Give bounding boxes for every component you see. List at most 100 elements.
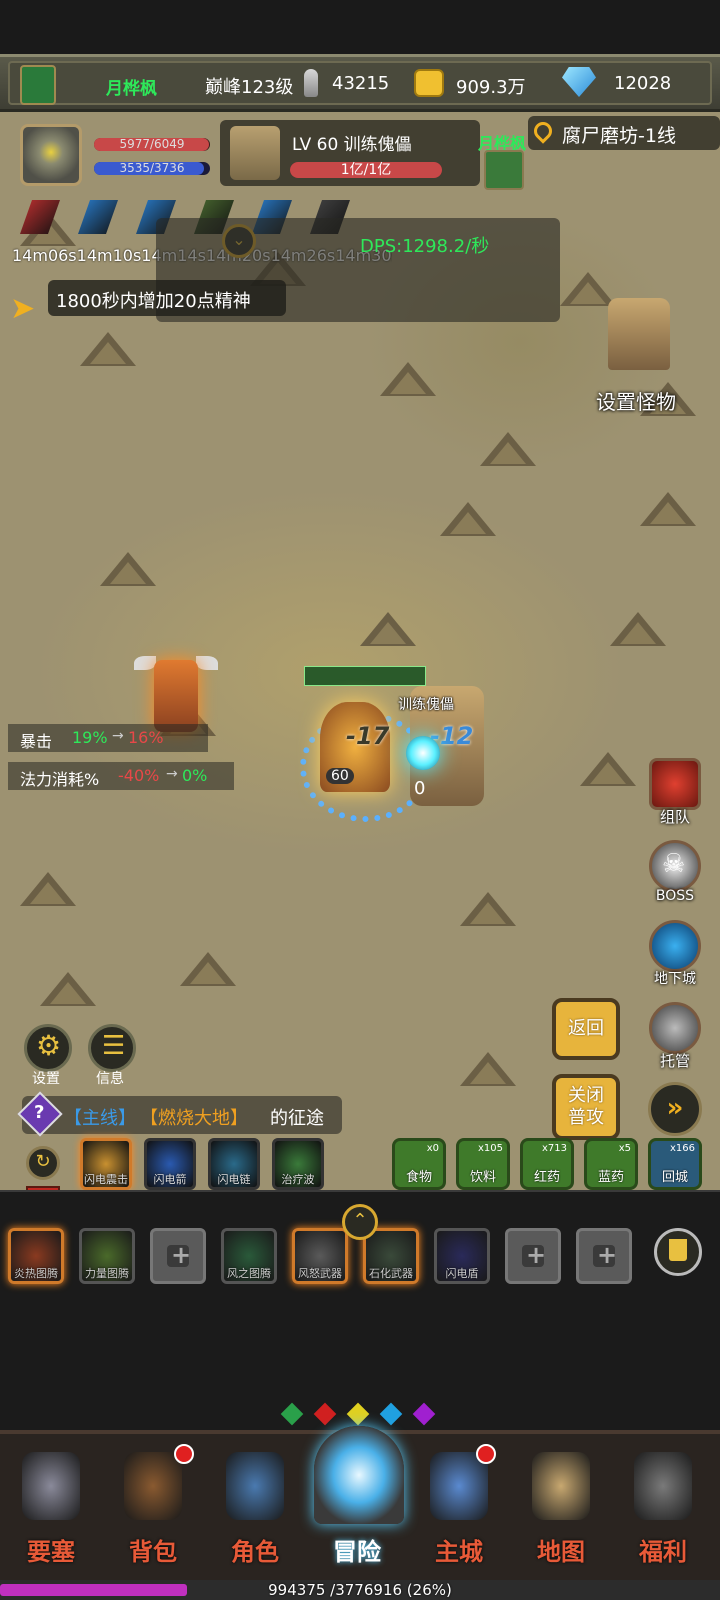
page-dot[interactable] <box>280 1402 304 1426</box>
crit-to: 16% <box>128 728 164 747</box>
battle-scene[interactable]: 训练傀儡 -17 -12 60 0 <box>290 660 500 840</box>
xp-text: 994375 /3776916 (26%) <box>268 1581 452 1599</box>
back-button[interactable]: 返回 <box>552 998 620 1060</box>
target-panel[interactable]: LV 60 训练傀儡 1亿/1亿 <box>220 120 480 186</box>
info-label: 信息 <box>96 1071 124 1087</box>
double-chevron-right-icon: » <box>666 1093 684 1123</box>
power-value: 43215 <box>332 73 390 94</box>
nav-item[interactable]: 福利 <box>618 1434 708 1574</box>
potion-label: 红药 <box>533 1170 560 1185</box>
potion-slot[interactable]: x0 食物 <box>392 1138 446 1190</box>
gear-label: 闪电盾 <box>445 1267 479 1280</box>
refresh-icon: ↻ <box>35 1151 51 1172</box>
nav-icon <box>124 1452 182 1520</box>
quest-bar[interactable]: ? 【主线】 【燃烧大地】 的征途 <box>17 1091 342 1137</box>
trash-icon <box>669 1239 687 1261</box>
bottom-nav: 要塞 背包 角色 冒险 主城 地图 福利 <box>0 1426 720 1584</box>
empty-gear-slot[interactable] <box>576 1228 632 1284</box>
empty-gear-slot[interactable] <box>150 1228 206 1284</box>
nav-item[interactable]: 主城 <box>414 1434 504 1574</box>
info-button[interactable]: ☰ 信息 <box>88 1024 140 1090</box>
close-attack-button[interactable]: 关闭 普攻 <box>552 1074 620 1140</box>
page-dot[interactable] <box>379 1402 403 1426</box>
potion-label: 回城 <box>661 1170 688 1185</box>
nav-icon <box>532 1452 590 1520</box>
gear-slot[interactable]: 风之图腾 <box>221 1228 277 1284</box>
player-avatar[interactable] <box>20 124 82 186</box>
potion-slot[interactable]: x166 回城 <box>648 1138 702 1190</box>
nav-item[interactable]: 冒险 <box>312 1426 404 1574</box>
potion-slot[interactable]: x105 饮料 <box>456 1138 510 1190</box>
skull-icon: ☠ <box>662 849 686 879</box>
expand-panel-button[interactable]: ⌃ <box>342 1204 378 1240</box>
arrow-icon: → <box>112 728 124 744</box>
buff-icon[interactable] <box>78 200 118 234</box>
nav-label: 地图 <box>537 1538 585 1566</box>
nav-item[interactable]: 背包 <box>108 1434 198 1574</box>
boss-button[interactable]: ☠ BOSS <box>640 840 710 910</box>
chevron-up-icon: ⌃ <box>352 1210 368 1231</box>
nav-label: 背包 <box>129 1538 177 1566</box>
peak-level: 巅峰123级 <box>205 77 294 98</box>
gear-slot[interactable]: 石化武器 <box>363 1228 419 1284</box>
nav-label: 要塞 <box>27 1538 75 1566</box>
crit-from: 19% <box>72 728 108 747</box>
page-dot[interactable] <box>313 1402 337 1426</box>
potion-count: x0 <box>426 1143 439 1154</box>
skill-label: 闪电震击 <box>84 1173 128 1186</box>
potion-count: x166 <box>669 1143 695 1154</box>
crit-label: 暴击 <box>20 732 53 751</box>
page-dot[interactable] <box>346 1402 370 1426</box>
player-mini-avatar[interactable] <box>20 65 56 105</box>
xp-bar: 994375 /3776916 (26%) <box>0 1580 720 1600</box>
nav-label: 角色 <box>231 1538 279 1566</box>
quest-highlight: 【燃烧大地】 <box>140 1108 248 1129</box>
trash-button[interactable] <box>654 1228 702 1276</box>
nav-icon <box>226 1452 284 1520</box>
zero-indicator: 0 <box>414 778 426 799</box>
potion-slot[interactable]: x5 蓝药 <box>584 1138 638 1190</box>
teammate-avatar[interactable] <box>484 150 524 190</box>
gold-icon[interactable] <box>414 69 444 97</box>
boss-label: BOSS <box>655 888 695 904</box>
auto-button[interactable]: 托管 <box>640 1002 710 1072</box>
notice-arrow-icon[interactable]: ➤ <box>10 294 44 324</box>
gear-slot[interactable]: 风怒武器 <box>292 1228 348 1284</box>
nav-icon <box>314 1426 404 1524</box>
target-hp-text: 1亿/1亿 <box>340 162 392 178</box>
fast-forward-button[interactable]: » <box>648 1082 702 1136</box>
set-monster-button[interactable]: 设置怪物 <box>590 296 700 416</box>
nav-item[interactable]: 角色 <box>210 1434 300 1574</box>
page-dot[interactable] <box>412 1402 436 1426</box>
team-label: 组队 <box>659 808 690 826</box>
stat-crit-row: 暴击 19% → 16% <box>8 724 208 752</box>
potion-count: x5 <box>618 1143 631 1154</box>
nav-label: 福利 <box>639 1538 687 1566</box>
stat-mana-row: 法力消耗% -40% → 0% <box>8 762 234 790</box>
location-panel[interactable]: 腐尸磨坊-1线 <box>528 116 720 150</box>
potion-slot[interactable]: x713 红药 <box>520 1138 574 1190</box>
empty-gear-slot[interactable] <box>505 1228 561 1284</box>
skill-slot[interactable]: 闪电箭 <box>144 1138 196 1190</box>
player-hp-track: 5977/6049 <box>94 138 210 151</box>
close-attack-label: 关闭 普攻 <box>568 1085 604 1128</box>
skill-slot[interactable]: 治疗波 <box>272 1138 324 1190</box>
dungeon-button[interactable]: 地下城 <box>640 920 710 990</box>
skill-label: 治疗波 <box>281 1173 315 1186</box>
swap-skills-button[interactable]: ↻ <box>26 1146 60 1180</box>
buff-icon[interactable] <box>20 200 60 234</box>
gear-slot[interactable]: 炎热图腾 <box>8 1228 64 1284</box>
skill-slot[interactable]: 闪电链 <box>208 1138 260 1190</box>
gear-slot[interactable]: 闪电盾 <box>434 1228 490 1284</box>
nav-item[interactable]: 地图 <box>516 1434 606 1574</box>
settings-button[interactable]: ⚙ 设置 <box>24 1024 76 1090</box>
mana-label: 法力消耗% <box>20 770 100 789</box>
team-button[interactable]: 组队 <box>640 758 710 828</box>
diamond-icon[interactable] <box>562 67 596 97</box>
dungeon-label: 地下城 <box>654 971 696 987</box>
gear-icon: ⚙ <box>36 1029 62 1062</box>
notification-dot <box>174 1444 194 1464</box>
skill-slot[interactable]: 闪电震击 <box>80 1138 132 1190</box>
gear-slot[interactable]: 力量图腾 <box>79 1228 135 1284</box>
nav-item[interactable]: 要塞 <box>6 1434 96 1574</box>
